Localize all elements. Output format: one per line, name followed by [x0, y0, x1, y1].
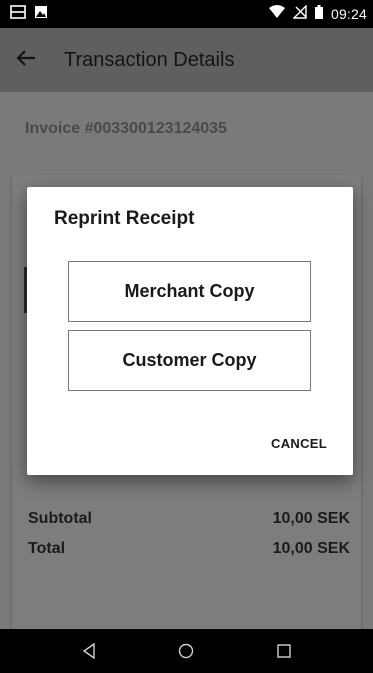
sim-card-icon: [10, 4, 26, 24]
total-row: Total 10,00 SEK: [28, 540, 350, 558]
customer-copy-button[interactable]: Customer Copy: [68, 330, 311, 391]
home-circle-icon[interactable]: [166, 631, 206, 671]
arrow-left-icon[interactable]: [16, 49, 36, 72]
back-triangle-icon[interactable]: [69, 631, 109, 671]
reprint-receipt-dialog: Reprint Receipt Merchant Copy Customer C…: [27, 187, 353, 475]
subtotal-label: Subtotal: [28, 510, 92, 527]
wifi-icon: [268, 5, 285, 23]
recents-square-icon[interactable]: [264, 631, 304, 671]
status-bar: 09:24: [0, 0, 373, 28]
subtotal-row: Subtotal 10,00 SEK: [28, 510, 350, 528]
invoice-number: Invoice #003300123124035: [25, 120, 227, 137]
image-icon: [34, 5, 48, 24]
status-time: 09:24: [330, 6, 367, 22]
subtotal-value: 10,00 SEK: [272, 510, 350, 527]
dialog-title: Reprint Receipt: [54, 208, 195, 229]
battery-icon: [314, 4, 323, 24]
app-bar: Transaction Details: [0, 28, 373, 92]
no-signal-icon: [292, 3, 307, 24]
merchant-copy-button[interactable]: Merchant Copy: [68, 261, 311, 322]
total-label: Total: [28, 540, 66, 557]
page-title: Transaction Details: [64, 48, 235, 71]
navigation-bar: [0, 629, 373, 673]
total-value: 10,00 SEK: [272, 540, 350, 557]
cancel-button[interactable]: CANCEL: [271, 436, 327, 451]
screen: 09:24 Transaction Details Invoice #00330…: [0, 0, 373, 673]
